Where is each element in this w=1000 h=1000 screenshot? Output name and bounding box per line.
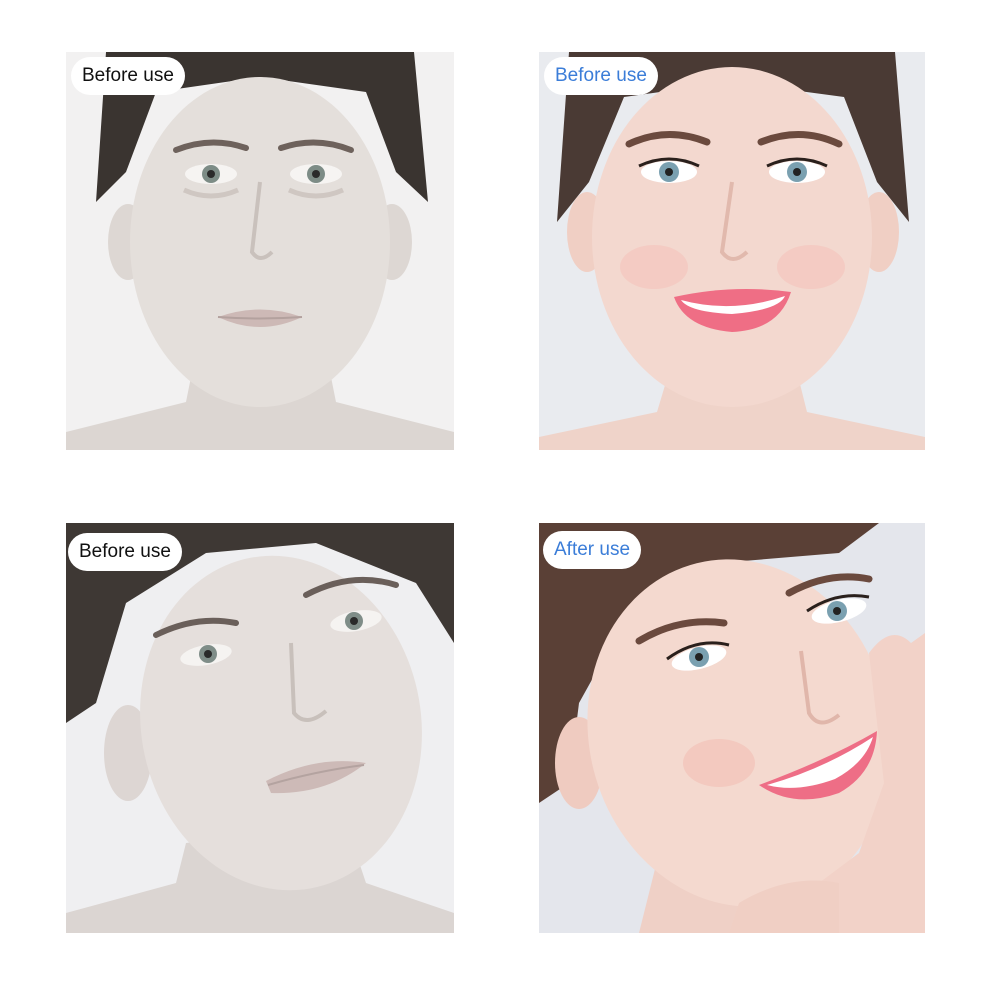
photo-panel-after: After use (539, 523, 925, 933)
before-use-label: Before use (71, 57, 185, 95)
before-use-label: Before use (68, 533, 182, 571)
photo-panel-before-1: Before use (66, 52, 454, 450)
face-photo (66, 523, 454, 933)
photo-panel-before-2: Before use (539, 52, 925, 450)
face-photo (539, 523, 925, 933)
after-use-label: After use (543, 531, 642, 569)
before-use-label: Before use (544, 57, 658, 95)
face-photo (539, 52, 925, 450)
photo-panel-before-3: Before use (66, 523, 454, 933)
face-photo (66, 52, 454, 450)
